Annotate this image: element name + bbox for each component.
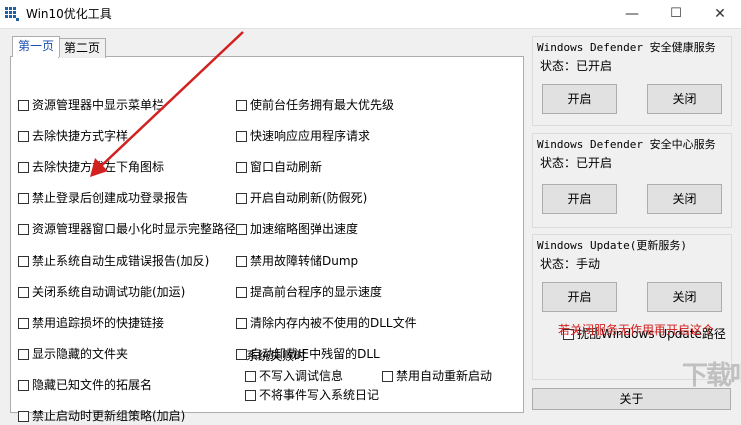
option-no-debug-info[interactable]: 不写入调试信息 (245, 368, 343, 384)
checkbox[interactable] (236, 193, 247, 204)
checkbox[interactable] (236, 162, 247, 173)
checkbox[interactable] (236, 131, 247, 142)
window-title: Win10优化工具 (26, 7, 112, 21)
warning-text: 若关闭服务无作用再开启这个 (558, 323, 715, 337)
maximize-button[interactable]: ☐ (656, 0, 696, 28)
option-label: 禁止登录后创建成功登录报告 (32, 191, 189, 205)
option-label: 禁止系统自动生成错误报告(加反) (32, 254, 210, 268)
client-area: 第一页 第二页 资源管理器中显示菜单栏 去除快捷方式字样 去除快捷方式左下角图标… (0, 28, 741, 425)
option-window-auto-refresh[interactable]: 窗口自动刷新 (236, 159, 322, 175)
checkbox[interactable] (18, 131, 29, 142)
minimize-button[interactable]: — (612, 0, 652, 28)
option-label: 禁用自动重新启动 (396, 369, 493, 383)
checkbox[interactable] (236, 224, 247, 235)
enable-button[interactable]: 开启 (542, 84, 617, 114)
option-clear-unused-dll[interactable]: 清除内存内被不使用的DLL文件 (236, 315, 417, 331)
checkbox[interactable] (18, 100, 29, 111)
option-no-event-log[interactable]: 不将事件写入系统日记 (245, 387, 379, 403)
defender-health-service-group: Windows Defender 安全健康服务 状态：已开启 开启 关闭 (532, 36, 732, 126)
title-bar: Win10优化工具 — ☐ ✕ (0, 0, 741, 28)
service-status: 状态：手动 (540, 257, 601, 271)
option-label: 窗口自动刷新 (250, 160, 323, 174)
option-label: 使前台任务拥有最大优先级 (250, 98, 395, 112)
option-disable-dump[interactable]: 禁用故障转储Dump (236, 253, 358, 269)
option-label: 不将事件写入系统日记 (259, 388, 380, 402)
checkbox[interactable] (18, 349, 29, 360)
checkbox[interactable] (18, 193, 29, 204)
option-show-hidden-folders[interactable]: 显示隐藏的文件夹 (18, 346, 128, 362)
tab-page-content: 资源管理器中显示菜单栏 去除快捷方式字样 去除快捷方式左下角图标 禁止登录后创建… (10, 56, 524, 423)
option-disable-login-report[interactable]: 禁止登录后创建成功登录报告 (18, 190, 188, 206)
checkbox[interactable] (18, 256, 29, 267)
checkbox[interactable] (18, 162, 29, 173)
option-label: 禁用故障转储Dump (250, 254, 359, 268)
option-fast-thumbnails[interactable]: 加速缩略图弹出速度 (236, 221, 358, 237)
option-fast-response[interactable]: 快速响应应用程序请求 (236, 128, 370, 144)
app-icon (5, 7, 19, 21)
option-label: 关闭系统自动调试功能(加运) (32, 285, 186, 299)
group-title: Windows Update(更新服务) (537, 239, 687, 252)
option-label: 快速响应应用程序请求 (250, 129, 371, 143)
checkbox[interactable] (18, 380, 29, 391)
checkbox[interactable] (236, 100, 247, 111)
disable-button[interactable]: 关闭 (647, 282, 722, 312)
option-label: 显示隐藏的文件夹 (32, 347, 129, 361)
option-auto-refresh-antifreeze[interactable]: 开启自动刷新(防假死) (236, 190, 367, 206)
checkbox[interactable] (236, 287, 247, 298)
group-title: Windows Defender 安全中心服务 (537, 138, 716, 151)
checkbox[interactable] (18, 411, 29, 422)
disable-button[interactable]: 关闭 (647, 184, 722, 214)
option-foreground-priority[interactable]: 使前台任务拥有最大优先级 (236, 97, 394, 113)
checkbox[interactable] (236, 256, 247, 267)
option-disable-auto-debug[interactable]: 关闭系统自动调试功能(加运) (18, 284, 185, 300)
checkbox[interactable] (245, 371, 256, 382)
service-status: 状态：已开启 (540, 156, 613, 170)
option-disable-link-tracking[interactable]: 禁用追踪损坏的快捷链接 (18, 315, 164, 331)
option-show-menubar[interactable]: 资源管理器中显示菜单栏 (18, 97, 164, 113)
option-label: 开启自动刷新(防假死) (250, 191, 368, 205)
option-label: 资源管理器窗口最小化时显示完整路径 (32, 222, 237, 236)
group-title: Windows Defender 安全健康服务 (537, 41, 716, 54)
option-label: 提高前台程序的显示速度 (250, 285, 383, 299)
enable-button[interactable]: 开启 (542, 282, 617, 312)
watermark-logo: 下载吧 (682, 361, 741, 391)
service-status: 状态：已开启 (540, 59, 613, 73)
checkbox[interactable] (18, 287, 29, 298)
option-disable-gpupdate-boot[interactable]: 禁止启动时更新组策略(加启) (18, 408, 185, 424)
option-hide-extensions[interactable]: 隐藏已知文件的拓展名 (18, 377, 152, 393)
checkbox[interactable] (245, 390, 256, 401)
option-faster-foreground-display[interactable]: 提高前台程序的显示速度 (236, 284, 382, 300)
checkbox[interactable] (382, 371, 393, 382)
option-remove-shortcut-text[interactable]: 去除快捷方式字样 (18, 128, 128, 144)
checkbox[interactable] (18, 224, 29, 235)
option-label: 去除快捷方式字样 (32, 129, 129, 143)
defender-security-center-group: Windows Defender 安全中心服务 状态：已开启 开启 关闭 (532, 133, 732, 228)
tab-page-1[interactable]: 第一页 (12, 36, 61, 57)
option-label: 禁止启动时更新组策略(加启) (32, 409, 186, 423)
option-remove-shortcut-arrow[interactable]: 去除快捷方式左下角图标 (18, 159, 164, 175)
option-label: 加速缩略图弹出速度 (250, 222, 359, 236)
option-full-path-minimized[interactable]: 资源管理器窗口最小化时显示完整路径 (18, 221, 236, 237)
option-label: 隐藏已知文件的拓展名 (32, 378, 153, 392)
disable-button[interactable]: 关闭 (647, 84, 722, 114)
system-failure-legend: 系统失败时 (246, 349, 307, 363)
option-label: 资源管理器中显示菜单栏 (32, 98, 165, 112)
checkbox[interactable] (236, 318, 247, 329)
close-button[interactable]: ✕ (700, 0, 740, 28)
enable-button[interactable]: 开启 (542, 184, 617, 214)
option-label: 清除内存内被不使用的DLL文件 (250, 316, 417, 330)
checkbox[interactable] (18, 318, 29, 329)
option-disable-auto-restart[interactable]: 禁用自动重新启动 (382, 368, 492, 384)
system-failure-group: 系统失败时 不写入调试信息 禁用自动重新启动 不将事件写入系统日记 (238, 347, 521, 407)
option-label: 去除快捷方式左下角图标 (32, 160, 165, 174)
option-label: 禁用追踪损坏的快捷链接 (32, 316, 165, 330)
option-label: 不写入调试信息 (259, 369, 344, 383)
tab-page-2[interactable]: 第二页 (58, 38, 106, 58)
option-disable-error-report[interactable]: 禁止系统自动生成错误报告(加反) (18, 253, 209, 269)
